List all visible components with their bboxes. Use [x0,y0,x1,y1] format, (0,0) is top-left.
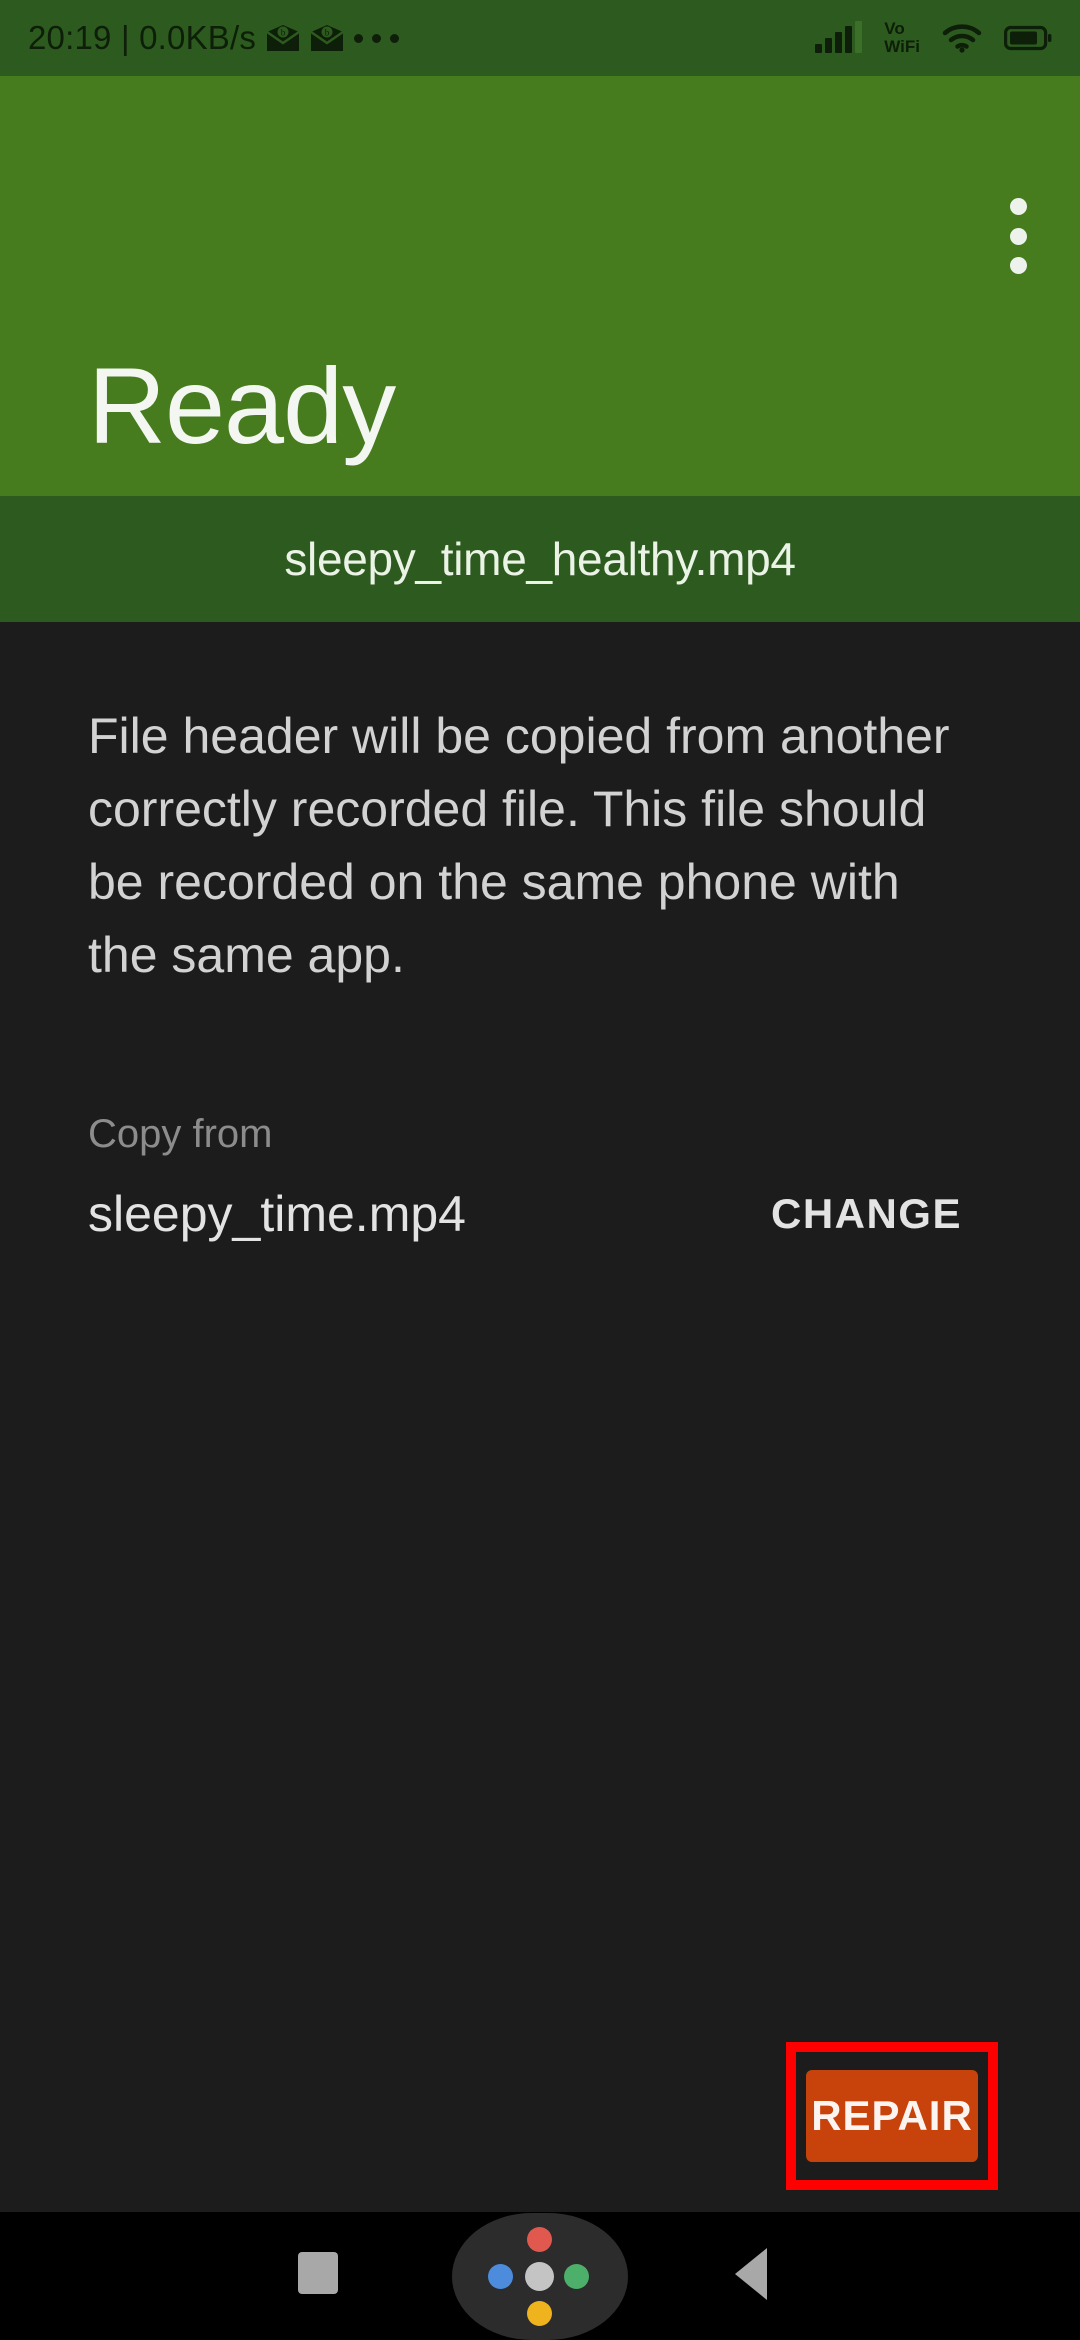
description-text: File header will be copied from another … [88,708,950,983]
assistant-yellow-dot [527,2301,552,2326]
google-assistant-icon[interactable] [452,2213,628,2340]
repair-button[interactable]: REPAIR [806,2070,978,2162]
overflow-menu-button[interactable] [992,194,1044,278]
volte-wifi-icon: Vo WiFi [884,20,920,56]
assistant-green-dot [564,2264,589,2289]
mail-icon: b [310,25,344,51]
target-filename: sleepy_time_healthy.mp4 [284,533,796,585]
status-time-and-datarate: 20:19 | 0.0KB/s [28,19,257,56]
battery-icon [1004,25,1052,51]
status-bar-right: Vo WiFi [815,20,1052,56]
copy-from-label: Copy from [88,1112,273,1156]
overflow-dot [1009,227,1027,245]
volte-label-line1: Vo [884,19,905,38]
volte-label-line2: WiFi [884,37,920,56]
change-button[interactable]: CHANGE [761,1184,972,1244]
assistant-grey-dot [525,2262,554,2291]
repair-button-highlight: REPAIR [786,2042,998,2190]
wifi-icon [942,24,982,53]
source-file-row: sleepy_time.mp4 CHANGE [88,1184,972,1244]
assistant-blue-dot [488,2264,513,2289]
back-triangle-icon[interactable] [735,2248,767,2300]
mail-icon: b [266,25,300,51]
overflow-dot [1009,257,1027,274]
source-filename-value: sleepy_time.mp4 [88,1186,466,1242]
app-header: Ready [0,76,1080,496]
status-bar-left: 20:19 | 0.0KB/s b b [28,19,400,57]
assistant-red-dot [527,2227,552,2252]
content-area: File header will be copied from another … [0,622,1080,2212]
cellular-signal-icon [815,21,863,53]
more-notifications-dots-icon [354,33,400,43]
recents-square-icon[interactable] [298,2252,338,2294]
svg-text:b: b [325,28,330,38]
page-title: Ready [88,345,396,466]
status-bar: 20:19 | 0.0KB/s b b Vo WiFi [0,0,1080,76]
phone-screen: 20:19 | 0.0KB/s b b Vo WiFi Ready sleepy… [0,0,1080,2340]
svg-text:b: b [281,28,286,38]
overflow-dot [1009,198,1027,215]
filename-bar: sleepy_time_healthy.mp4 [0,496,1080,622]
